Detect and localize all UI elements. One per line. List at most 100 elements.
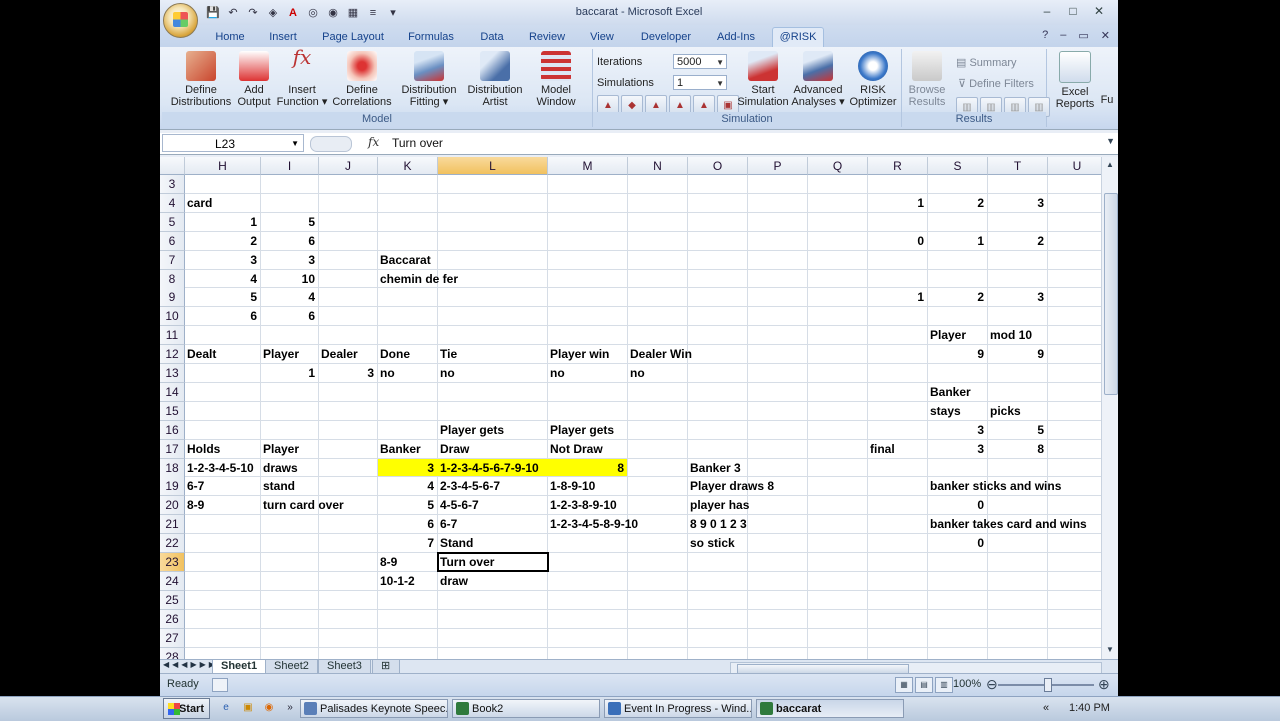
cell-m17[interactable]: Not Draw	[550, 440, 603, 458]
cell-l22[interactable]: Stand	[440, 534, 473, 552]
tab-developer[interactable]: Developer	[636, 29, 696, 45]
expand-formula-icon[interactable]: ▼	[1106, 136, 1115, 146]
cell-i8[interactable]: 10	[261, 270, 315, 288]
row-header-28[interactable]: 28	[160, 647, 185, 659]
cell-t6[interactable]: 2	[988, 232, 1044, 250]
cell-s17[interactable]: 3	[928, 440, 984, 458]
cell-k24[interactable]: 10-1-2	[380, 572, 415, 590]
spreadsheet-grid[interactable]: H I J K L M N O P Q R S T U 3 4 5 6 7 8 9 10 11 12 13 14 15 16 17 18 1…	[160, 157, 1101, 659]
row-header-7[interactable]: 7	[160, 250, 185, 270]
sheet-tab-sheet2[interactable]: Sheet2	[265, 660, 318, 674]
formula-bar-handle[interactable]	[310, 136, 352, 152]
cell-l20[interactable]: 4-5-6-7	[440, 496, 479, 514]
cell-h20[interactable]: 8-9	[187, 496, 204, 514]
row-header-27[interactable]: 27	[160, 628, 185, 648]
cell-r6[interactable]: 0	[868, 232, 924, 250]
column-header-t[interactable]: T	[988, 157, 1048, 175]
cell-i18[interactable]: draws	[263, 459, 298, 477]
cell-s16[interactable]: 3	[928, 421, 984, 439]
cell-s21[interactable]: banker takes card and wins	[930, 515, 1087, 533]
cell-t11[interactable]: mod 10	[990, 326, 1032, 344]
column-header-n[interactable]: N	[628, 157, 688, 175]
excel-reports-button[interactable]: Excel Reports	[1049, 51, 1101, 110]
cell-s22[interactable]: 0	[928, 534, 984, 552]
row-header-11[interactable]: 11	[160, 326, 185, 346]
cell-h10[interactable]: 6	[185, 307, 257, 325]
cell-r4[interactable]: 1	[868, 194, 924, 212]
minimize-button[interactable]: –	[1036, 2, 1058, 20]
normal-view-icon[interactable]: ▦	[895, 677, 913, 693]
help-icon[interactable]: ?	[1042, 29, 1048, 42]
distribution-artist-button[interactable]: Distribution Artist	[462, 51, 528, 108]
zoom-in-icon[interactable]: ⊕	[1098, 676, 1110, 693]
cell-h12[interactable]: Dealt	[187, 345, 216, 363]
row-header-24[interactable]: 24	[160, 571, 185, 591]
scroll-thumb[interactable]	[1104, 193, 1118, 395]
name-box[interactable]: L23 ▼	[162, 134, 304, 152]
cell-h6[interactable]: 2	[185, 232, 257, 250]
vertical-scrollbar[interactable]: ▲ ▼	[1101, 157, 1118, 659]
truncated-button-label[interactable]: Fu	[1099, 94, 1115, 106]
row-header-18[interactable]: 18	[160, 458, 185, 478]
cell-k20[interactable]: 5	[378, 496, 434, 514]
summary-button[interactable]: ▤ Summary	[956, 56, 1017, 69]
tab-data[interactable]: Data	[474, 29, 510, 45]
cell-h8[interactable]: 4	[185, 270, 257, 288]
cell-r9[interactable]: 1	[868, 288, 924, 306]
cell-h9[interactable]: 5	[185, 288, 257, 306]
column-header-r[interactable]: R	[868, 157, 928, 175]
row-header-21[interactable]: 21	[160, 515, 185, 535]
row-header-25[interactable]: 25	[160, 590, 185, 610]
cell-h7[interactable]: 3	[185, 251, 257, 269]
cell-h5[interactable]: 1	[185, 213, 257, 231]
cell-m12[interactable]: Player win	[550, 345, 609, 363]
tab-insert[interactable]: Insert	[264, 29, 302, 45]
ribbon-minimize-icon[interactable]: –	[1060, 29, 1066, 42]
sheet-tab-sheet3[interactable]: Sheet3	[318, 660, 371, 674]
cell-o21[interactable]: 8 9 0 1 2 3	[690, 515, 747, 533]
column-header-l[interactable]: L	[438, 157, 548, 175]
column-header-u[interactable]: U	[1048, 157, 1101, 175]
cell-s19[interactable]: banker sticks and wins	[930, 477, 1061, 495]
cell-l17[interactable]: Draw	[440, 440, 469, 458]
cell-i9[interactable]: 4	[261, 288, 315, 306]
cell-k23[interactable]: 8-9	[380, 553, 397, 571]
zoom-out-icon[interactable]: ⊖	[986, 676, 998, 693]
row-header-17[interactable]: 17	[160, 439, 185, 459]
model-window-button[interactable]: Model Window	[528, 51, 584, 108]
cell-k18[interactable]: 3	[378, 459, 434, 477]
cell-h19[interactable]: 6-7	[187, 477, 204, 495]
cell-l18[interactable]: 1-2-3-4-5-6-7-9-10	[440, 459, 539, 477]
column-header-h[interactable]: H	[185, 157, 261, 175]
row-header-22[interactable]: 22	[160, 534, 185, 554]
insert-sheet-icon[interactable]: ⊞	[372, 660, 400, 674]
define-filters-button[interactable]: ⊽ Define Filters	[958, 77, 1034, 90]
zoom-slider-thumb[interactable]	[1044, 678, 1052, 692]
more-icon[interactable]: »	[282, 700, 298, 716]
define-distributions-button[interactable]: Define Distributions	[167, 51, 235, 108]
select-all-corner[interactable]	[160, 157, 185, 175]
active-cell-border[interactable]	[437, 552, 549, 572]
cell-o22[interactable]: so stick	[690, 534, 735, 552]
cell-k7[interactable]: Baccarat	[380, 251, 431, 269]
cell-t16[interactable]: 5	[988, 421, 1044, 439]
cell-t9[interactable]: 3	[988, 288, 1044, 306]
cell-m18[interactable]: 8	[548, 459, 624, 477]
cell-n13[interactable]: no	[630, 364, 645, 382]
maximize-button[interactable]: □	[1062, 2, 1084, 20]
cell-i19[interactable]: stand	[263, 477, 295, 495]
office-button[interactable]	[163, 3, 198, 38]
cell-i10[interactable]: 6	[261, 307, 315, 325]
cell-s14[interactable]: Banker	[930, 383, 971, 401]
row-header-14[interactable]: 14	[160, 382, 185, 402]
cell-t17[interactable]: 8	[988, 440, 1044, 458]
cell-j12[interactable]: Dealer	[321, 345, 358, 363]
cell-o20[interactable]: player has	[690, 496, 749, 514]
iterations-input[interactable]: 5000 ▼	[673, 54, 727, 69]
tab-risk[interactable]: @RISK	[772, 27, 824, 48]
insert-function-button[interactable]: fx Insert Function ▾	[274, 47, 330, 108]
risk-optimizer-button[interactable]: RISK Optimizer	[845, 51, 901, 108]
row-header-9[interactable]: 9	[160, 288, 185, 308]
insert-function-icon[interactable]: fx	[368, 135, 379, 149]
tab-add-ins[interactable]: Add-Ins	[712, 29, 760, 45]
